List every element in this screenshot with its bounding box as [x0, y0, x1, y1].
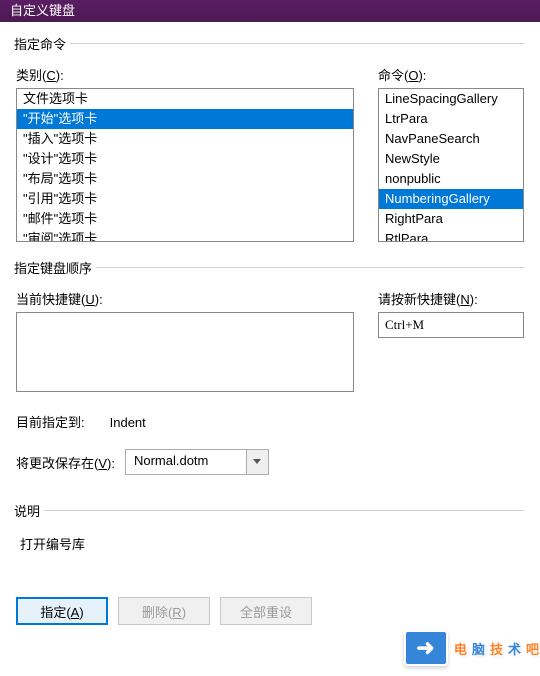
command-item[interactable]: LtrPara	[379, 109, 523, 129]
category-item[interactable]: "设计"选项卡	[17, 149, 353, 169]
assigned-to-row: 目前指定到: Indent	[16, 412, 524, 431]
keyboard-sequence-group: 指定键盘顺序 当前快捷键(U): 请按新快捷键(N): 目前指定到: Inden…	[16, 258, 524, 491]
command-item[interactable]: RightPara	[379, 209, 523, 229]
command-item[interactable]: nonpublic	[379, 169, 523, 189]
reset-all-button[interactable]: 全部重设	[220, 597, 312, 625]
window-title: 自定义键盘	[10, 3, 75, 18]
window-title-bar: 自定义键盘	[0, 0, 540, 22]
current-keys-listbox[interactable]	[16, 312, 354, 392]
category-item[interactable]: "邮件"选项卡	[17, 209, 353, 229]
description-text: 打开编号库	[16, 528, 524, 573]
save-in-value: Normal.dotm	[126, 450, 246, 474]
specify-command-group: 指定命令 类别(C): 文件选项卡"开始"选项卡"插入"选项卡"设计"选项卡"布…	[16, 34, 524, 248]
command-item[interactable]: NavPaneSearch	[379, 129, 523, 149]
current-keys-label: 当前快捷键(U):	[16, 289, 354, 308]
remove-button[interactable]: 删除(R)	[118, 597, 210, 625]
chevron-down-icon[interactable]	[246, 450, 268, 474]
category-item[interactable]: "开始"选项卡	[17, 109, 353, 129]
new-key-label: 请按新快捷键(N):	[378, 289, 524, 308]
keyboard-sequence-legend: 指定键盘顺序	[14, 258, 96, 277]
categories-label: 类别(C):	[16, 65, 354, 84]
category-item[interactable]: "布局"选项卡	[17, 169, 353, 189]
commands-label: 命令(O):	[378, 65, 524, 84]
command-item[interactable]: NewStyle	[379, 149, 523, 169]
category-item[interactable]: "引用"选项卡	[17, 189, 353, 209]
specify-command-legend: 指定命令	[14, 34, 70, 53]
command-item[interactable]: RtlPara	[379, 229, 523, 242]
description-legend: 说明	[14, 501, 44, 520]
save-in-combobox[interactable]: Normal.dotm	[125, 449, 269, 475]
command-item[interactable]: LineSpacingGallery	[379, 89, 523, 109]
category-item[interactable]: 文件选项卡	[17, 89, 353, 109]
commands-listbox[interactable]: LineSpacingGalleryLtrParaNavPaneSearchNe…	[378, 88, 524, 242]
assigned-to-label: 目前指定到:	[16, 412, 106, 431]
assigned-to-value: Indent	[110, 415, 146, 430]
assign-button[interactable]: 指定(A)	[16, 597, 108, 625]
category-item[interactable]: "插入"选项卡	[17, 129, 353, 149]
categories-listbox[interactable]: 文件选项卡"开始"选项卡"插入"选项卡"设计"选项卡"布局"选项卡"引用"选项卡…	[16, 88, 354, 242]
command-item[interactable]: NumberingGallery	[379, 189, 523, 209]
save-in-label: 将更改保存在(V):	[16, 453, 115, 472]
description-group: 说明 打开编号库	[16, 501, 524, 579]
category-item[interactable]: "审阅"选项卡	[17, 229, 353, 242]
new-shortcut-input[interactable]	[378, 312, 524, 338]
